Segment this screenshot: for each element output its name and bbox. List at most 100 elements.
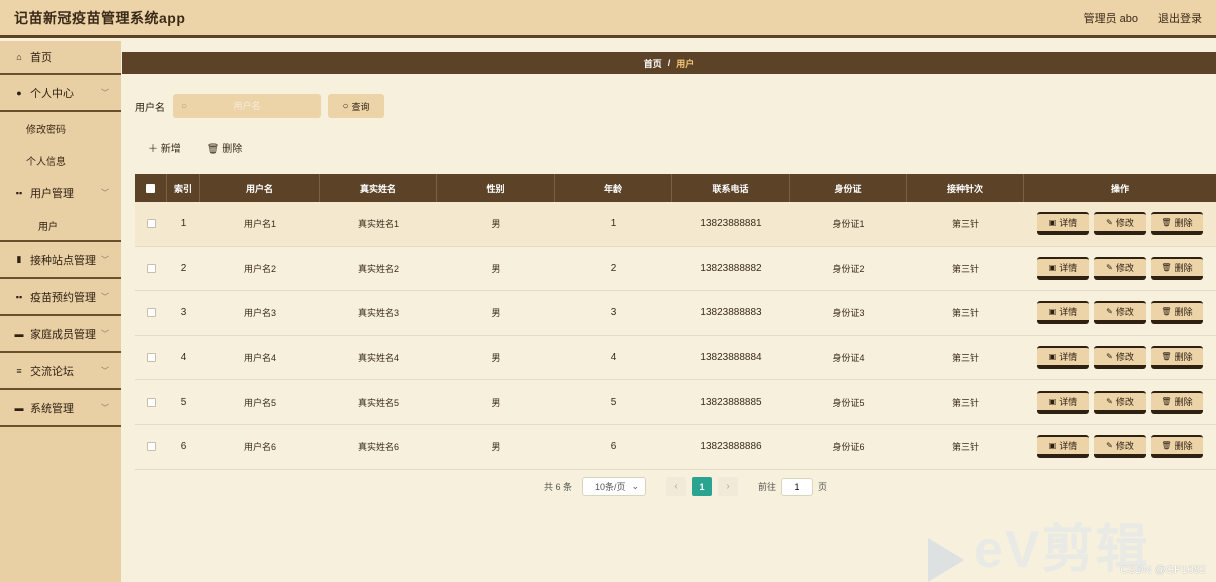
sidebar-item-system-mgmt[interactable]: ▬ 系统管理 ﹀: [0, 390, 121, 427]
sidebar-item-forum[interactable]: ≡ 交流论坛 ﹀: [0, 353, 121, 390]
edit-button-label: 修改: [1115, 262, 1134, 273]
sidebar-item-booking-mgmt[interactable]: ▪▪ 疫苗预约管理 ﹀: [0, 279, 121, 316]
sidebar-item-personal[interactable]: ● 个人中心 ﹀: [0, 75, 121, 112]
edit-button[interactable]: ✎ 修改: [1094, 346, 1146, 370]
sidebar-item-label: 交流论坛: [30, 365, 74, 378]
delete-button[interactable]: 🗑 删除: [1151, 256, 1203, 280]
goto-input[interactable]: [781, 477, 814, 496]
query-button-label: 查询: [351, 101, 370, 112]
row-actions: ▣ 详情 ✎ 修改 🗑 删除: [1024, 380, 1216, 424]
table-cell-realname: 真实姓名3: [357, 308, 399, 319]
app-title: 记苗新冠疫苗管理系统app: [14, 9, 186, 26]
header-select-all[interactable]: [135, 174, 167, 202]
sidebar-item-personal-info[interactable]: 个人信息: [0, 144, 121, 176]
row-select-cell: [135, 380, 167, 424]
delete-button[interactable]: 🗑 删除: [1151, 390, 1203, 414]
detail-button-label: 详情: [1059, 352, 1078, 363]
row-checkbox[interactable]: [146, 397, 156, 407]
search-input[interactable]: [187, 96, 308, 116]
trash-icon: 🗑: [1161, 441, 1172, 451]
column-header: 接种针次: [907, 174, 1024, 202]
table-row: 2 用户名2 真实姓名2 男 2 13823888882 身份证2 第三针 ▣ 详情 ✎ 修改 🗑 删除: [135, 247, 1216, 292]
table-cell-idcard: 身份证6: [832, 442, 865, 453]
table-cell-username: 用户名5: [243, 397, 276, 408]
goto-label: 前往: [758, 482, 777, 492]
trash-icon: 🗑: [1161, 218, 1172, 228]
doc-icon: ▣: [1048, 262, 1057, 272]
row-checkbox[interactable]: [146, 442, 156, 452]
table-cell-idcard: 身份证3: [832, 308, 865, 319]
row-actions: ▣ 详情 ✎ 修改 🗑 删除: [1024, 291, 1216, 335]
bulk-delete-button[interactable]: 🗑 删除: [207, 140, 242, 155]
detail-button[interactable]: ▣ 详情: [1037, 435, 1089, 459]
table-header: 索引 用户名 真实姓名 性别 年龄 联系电话 身份证 接种针次 操作: [135, 174, 1216, 202]
table-cell-index: 3: [180, 307, 187, 319]
detail-button-label: 详情: [1059, 307, 1078, 318]
logout-link[interactable]: 退出登录: [1158, 10, 1202, 26]
edit-button[interactable]: ✎ 修改: [1094, 212, 1146, 236]
search-field[interactable]: ○: [173, 94, 321, 118]
table-cell-dose: 第三针: [951, 263, 979, 274]
chevron-down-icon: ﹀: [101, 366, 109, 375]
query-button[interactable]: ○ 查询: [328, 94, 384, 118]
row-checkbox[interactable]: [146, 353, 156, 363]
edit-button[interactable]: ✎ 修改: [1094, 390, 1146, 414]
delete-button[interactable]: 🗑 删除: [1151, 212, 1203, 236]
detail-button[interactable]: ▣ 详情: [1037, 256, 1089, 280]
sidebar-item-user[interactable]: 用户: [0, 210, 121, 242]
breadcrumb-current: 用户: [676, 58, 695, 69]
table-cell-index: 2: [180, 262, 187, 274]
breadcrumb-home[interactable]: 首页: [644, 57, 662, 70]
edit-button[interactable]: ✎ 修改: [1094, 435, 1146, 459]
chevron-down-icon: ⌄: [631, 481, 640, 491]
detail-button[interactable]: ▣ 详情: [1037, 346, 1089, 370]
edit-button[interactable]: ✎ 修改: [1094, 256, 1146, 280]
table-cell-sex: 男: [491, 442, 501, 453]
next-page-button[interactable]: ›: [718, 477, 739, 496]
pencil-icon: ✎: [1106, 396, 1113, 406]
table-cell-dose: 第三针: [951, 442, 979, 453]
doc-icon: ▣: [1048, 352, 1057, 362]
sidebar: ⌂ 首页 ● 个人中心 ﹀ 修改密码 个人信息 ▪▪ 用户管理 ﹀ 用户 ▮ 接…: [0, 41, 121, 582]
table-row: 4 用户名4 真实姓名4 男 4 13823888884 身份证4 第三针 ▣ 详情 ✎ 修改 🗑 删除: [135, 336, 1216, 381]
detail-button[interactable]: ▣ 详情: [1037, 301, 1089, 325]
pencil-icon: ✎: [1106, 262, 1113, 272]
card-icon: ▬: [14, 328, 24, 339]
detail-button[interactable]: ▣ 详情: [1037, 390, 1089, 414]
edit-button-label: 修改: [1115, 352, 1134, 363]
table-cell-phone: 13823888883: [700, 307, 762, 319]
detail-button[interactable]: ▣ 详情: [1037, 212, 1089, 236]
add-button-label: 新增: [160, 144, 181, 155]
select-all-checkbox[interactable]: [146, 183, 155, 193]
row-checkbox[interactable]: [146, 263, 156, 273]
sidebar-item-home[interactable]: ⌂ 首页: [0, 41, 121, 75]
edit-button[interactable]: ✎ 修改: [1094, 301, 1146, 325]
row-checkbox[interactable]: [146, 308, 156, 318]
detail-button-label: 详情: [1059, 396, 1078, 407]
delete-button[interactable]: 🗑 删除: [1151, 346, 1203, 370]
sidebar-item-change-password[interactable]: 修改密码: [0, 112, 121, 144]
delete-button-label: 删除: [1174, 262, 1193, 273]
row-actions: ▣ 详情 ✎ 修改 🗑 删除: [1024, 336, 1216, 380]
delete-button[interactable]: 🗑 删除: [1151, 435, 1203, 459]
user-table: 索引 用户名 真实姓名 性别 年龄 联系电话 身份证 接种针次 操作 1 用户名1…: [135, 174, 1216, 470]
row-checkbox[interactable]: [146, 219, 156, 229]
page-size-select[interactable]: 10条/页 ⌄: [582, 477, 647, 496]
page-unit: 页: [818, 482, 828, 492]
table-cell-username: 用户名3: [243, 308, 276, 319]
action-row: ＋ 新增 🗑 删除: [148, 140, 242, 155]
table-cell-realname: 真实姓名1: [357, 219, 399, 230]
prev-page-button[interactable]: ‹: [666, 477, 687, 496]
add-button[interactable]: ＋ 新增: [148, 140, 181, 155]
table-cell-phone: 13823888882: [700, 262, 762, 274]
table-cell-index: 6: [180, 441, 187, 453]
sidebar-item-site-mgmt[interactable]: ▮ 接种站点管理 ﹀: [0, 242, 121, 279]
delete-button[interactable]: 🗑 删除: [1151, 301, 1203, 325]
row-actions: ▣ 详情 ✎ 修改 🗑 删除: [1024, 202, 1216, 246]
current-user[interactable]: 管理员 abo: [1084, 10, 1138, 26]
sidebar-item-family-mgmt[interactable]: ▬ 家庭成员管理 ﹀: [0, 316, 121, 353]
table-cell-idcard: 身份证1: [832, 219, 865, 230]
page-number[interactable]: 1: [692, 477, 713, 496]
search-row: 用户名 ○ ○ 查询: [135, 94, 384, 118]
sidebar-item-user-mgmt[interactable]: ▪▪ 用户管理 ﹀: [0, 176, 121, 210]
